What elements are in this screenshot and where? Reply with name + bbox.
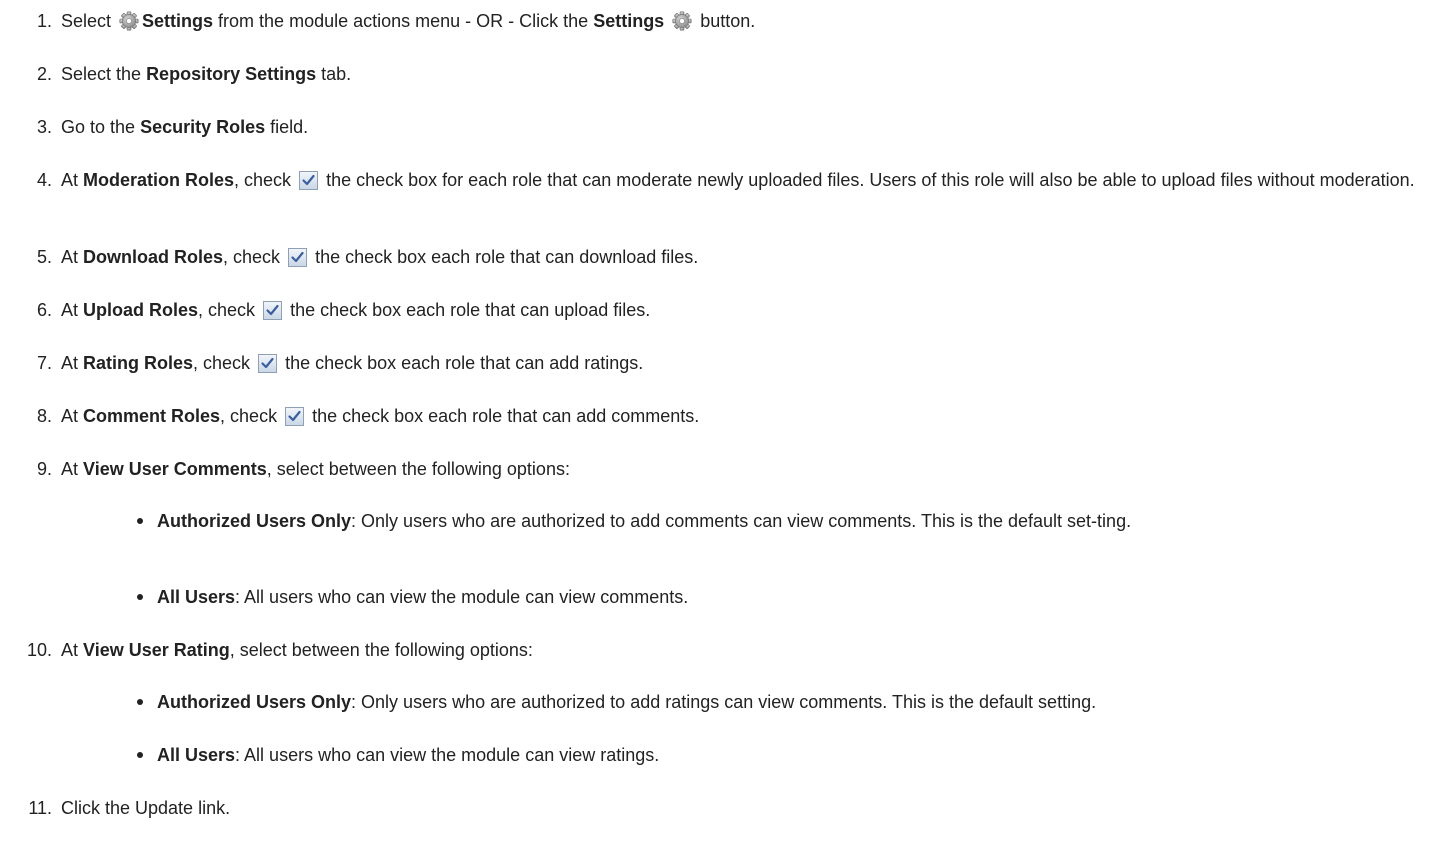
bullet-dot — [137, 594, 143, 600]
step-text: At View User Comments, select between th… — [61, 457, 1421, 481]
option-description: : Only users who are authorized to add c… — [351, 511, 1132, 531]
step-text-run: At — [61, 170, 84, 190]
step-number: 8. — [36, 406, 52, 426]
step-text-run: , check — [198, 300, 261, 320]
step-text-run: At — [61, 300, 84, 320]
option-name: All Users — [157, 587, 236, 607]
step-number: 11. — [28, 798, 52, 818]
step-text-run: , check — [220, 406, 283, 426]
step-text-run — [664, 11, 669, 31]
gear-icon — [119, 11, 139, 31]
step-text-run: At — [61, 640, 84, 660]
step-bold-term: Security Roles — [140, 117, 266, 137]
step-text-run: the check box each role that can add rat… — [280, 353, 644, 373]
step-text: At Rating Roles, check the check box eac… — [61, 351, 1421, 375]
step-bold-term: Upload Roles — [83, 300, 199, 320]
bullet-text: All Users: All users who can view the mo… — [157, 585, 1419, 609]
step-text-run: Select — [61, 11, 117, 31]
step-text: At View User Rating, select between the … — [61, 638, 1421, 662]
gear-icon — [672, 11, 692, 31]
step-bold-term: Download Roles — [83, 247, 224, 267]
step-text-run: Click the Update link. — [61, 798, 231, 818]
step-number: 9. — [36, 459, 52, 479]
step-bold-term: Rating Roles — [83, 353, 194, 373]
step-bold-term: Comment Roles — [83, 406, 221, 426]
step-bold-term: View User Rating — [83, 640, 230, 660]
step-number: 3. — [36, 117, 52, 137]
step-text-run: the check box each role that can upload … — [285, 300, 651, 320]
step-number: 2. — [36, 64, 52, 84]
step-text-run: At — [61, 406, 84, 426]
option-description: : All users who can view the module can … — [235, 745, 660, 765]
step-text-run: At — [61, 459, 84, 479]
bullet-text: All Users: All users who can view the mo… — [157, 743, 1419, 767]
checkbox-icon — [299, 171, 319, 190]
step-text-run: Select the — [61, 64, 147, 84]
step-text: Go to the Security Roles field. — [61, 115, 1421, 139]
step-number: 1. — [36, 11, 52, 31]
step-bold-term: View User Comments — [83, 459, 267, 479]
checkbox-icon — [263, 301, 283, 320]
step-text: At Download Roles, check the check box e… — [61, 245, 1421, 269]
step-number: 6. — [36, 300, 52, 320]
step-text: At Upload Roles, check the check box eac… — [61, 298, 1421, 322]
bullet-dot — [137, 518, 143, 524]
step-text-run: , check — [223, 247, 286, 267]
option-description: : All users who can view the module can … — [235, 587, 689, 607]
option-name: Authorized Users Only — [157, 692, 352, 712]
step-number: 7. — [36, 353, 52, 373]
step-text: Click the Update link. — [61, 796, 1421, 820]
step-number: 4. — [36, 170, 52, 190]
step-text: Select the Repository Settings tab. — [61, 62, 1421, 86]
step-bold-term: Repository Settings — [146, 64, 317, 84]
checkbox-icon — [288, 248, 308, 267]
step-text-run: , select between the following options: — [229, 640, 533, 660]
bullet-text: Authorized Users Only: Only users who ar… — [157, 509, 1419, 533]
step-text-run: , check — [234, 170, 297, 190]
step-text-run: At — [61, 353, 84, 373]
step-text-run: from the module actions menu - OR - Clic… — [213, 11, 594, 31]
step-text: At Moderation Roles, check the check box… — [61, 168, 1421, 192]
step-text-run: the check box for each role that can mod… — [321, 170, 1415, 190]
checkbox-icon — [285, 407, 305, 426]
bullet-text: Authorized Users Only: Only users who ar… — [157, 690, 1419, 714]
step-text: At Comment Roles, check the check box ea… — [61, 404, 1421, 428]
step-text-run: At — [61, 247, 84, 267]
step-text-run: , check — [193, 353, 256, 373]
step-number: 5. — [36, 247, 52, 267]
step-text-run: button. — [695, 11, 756, 31]
option-name: Authorized Users Only — [157, 511, 352, 531]
option-description: : Only users who are authorized to add r… — [351, 692, 1097, 712]
bullet-dot — [137, 752, 143, 758]
step-text-run: Go to the — [61, 117, 141, 137]
option-name: All Users — [157, 745, 236, 765]
step-text: Select Settings from the module actions … — [61, 9, 1421, 33]
step-text-run: , select between the following options: — [266, 459, 570, 479]
step-text-run: field. — [265, 117, 309, 137]
step-text-run: tab. — [316, 64, 352, 84]
bullet-dot — [137, 699, 143, 705]
step-bold-term: Settings — [593, 11, 665, 31]
step-bold-term: Settings — [142, 11, 214, 31]
checkbox-icon — [258, 354, 278, 373]
step-bold-term: Moderation Roles — [83, 170, 235, 190]
step-number: 10. — [26, 640, 52, 660]
step-text-run: the check box each role that can downloa… — [310, 247, 699, 267]
step-text-run: the check box each role that can add com… — [307, 406, 700, 426]
